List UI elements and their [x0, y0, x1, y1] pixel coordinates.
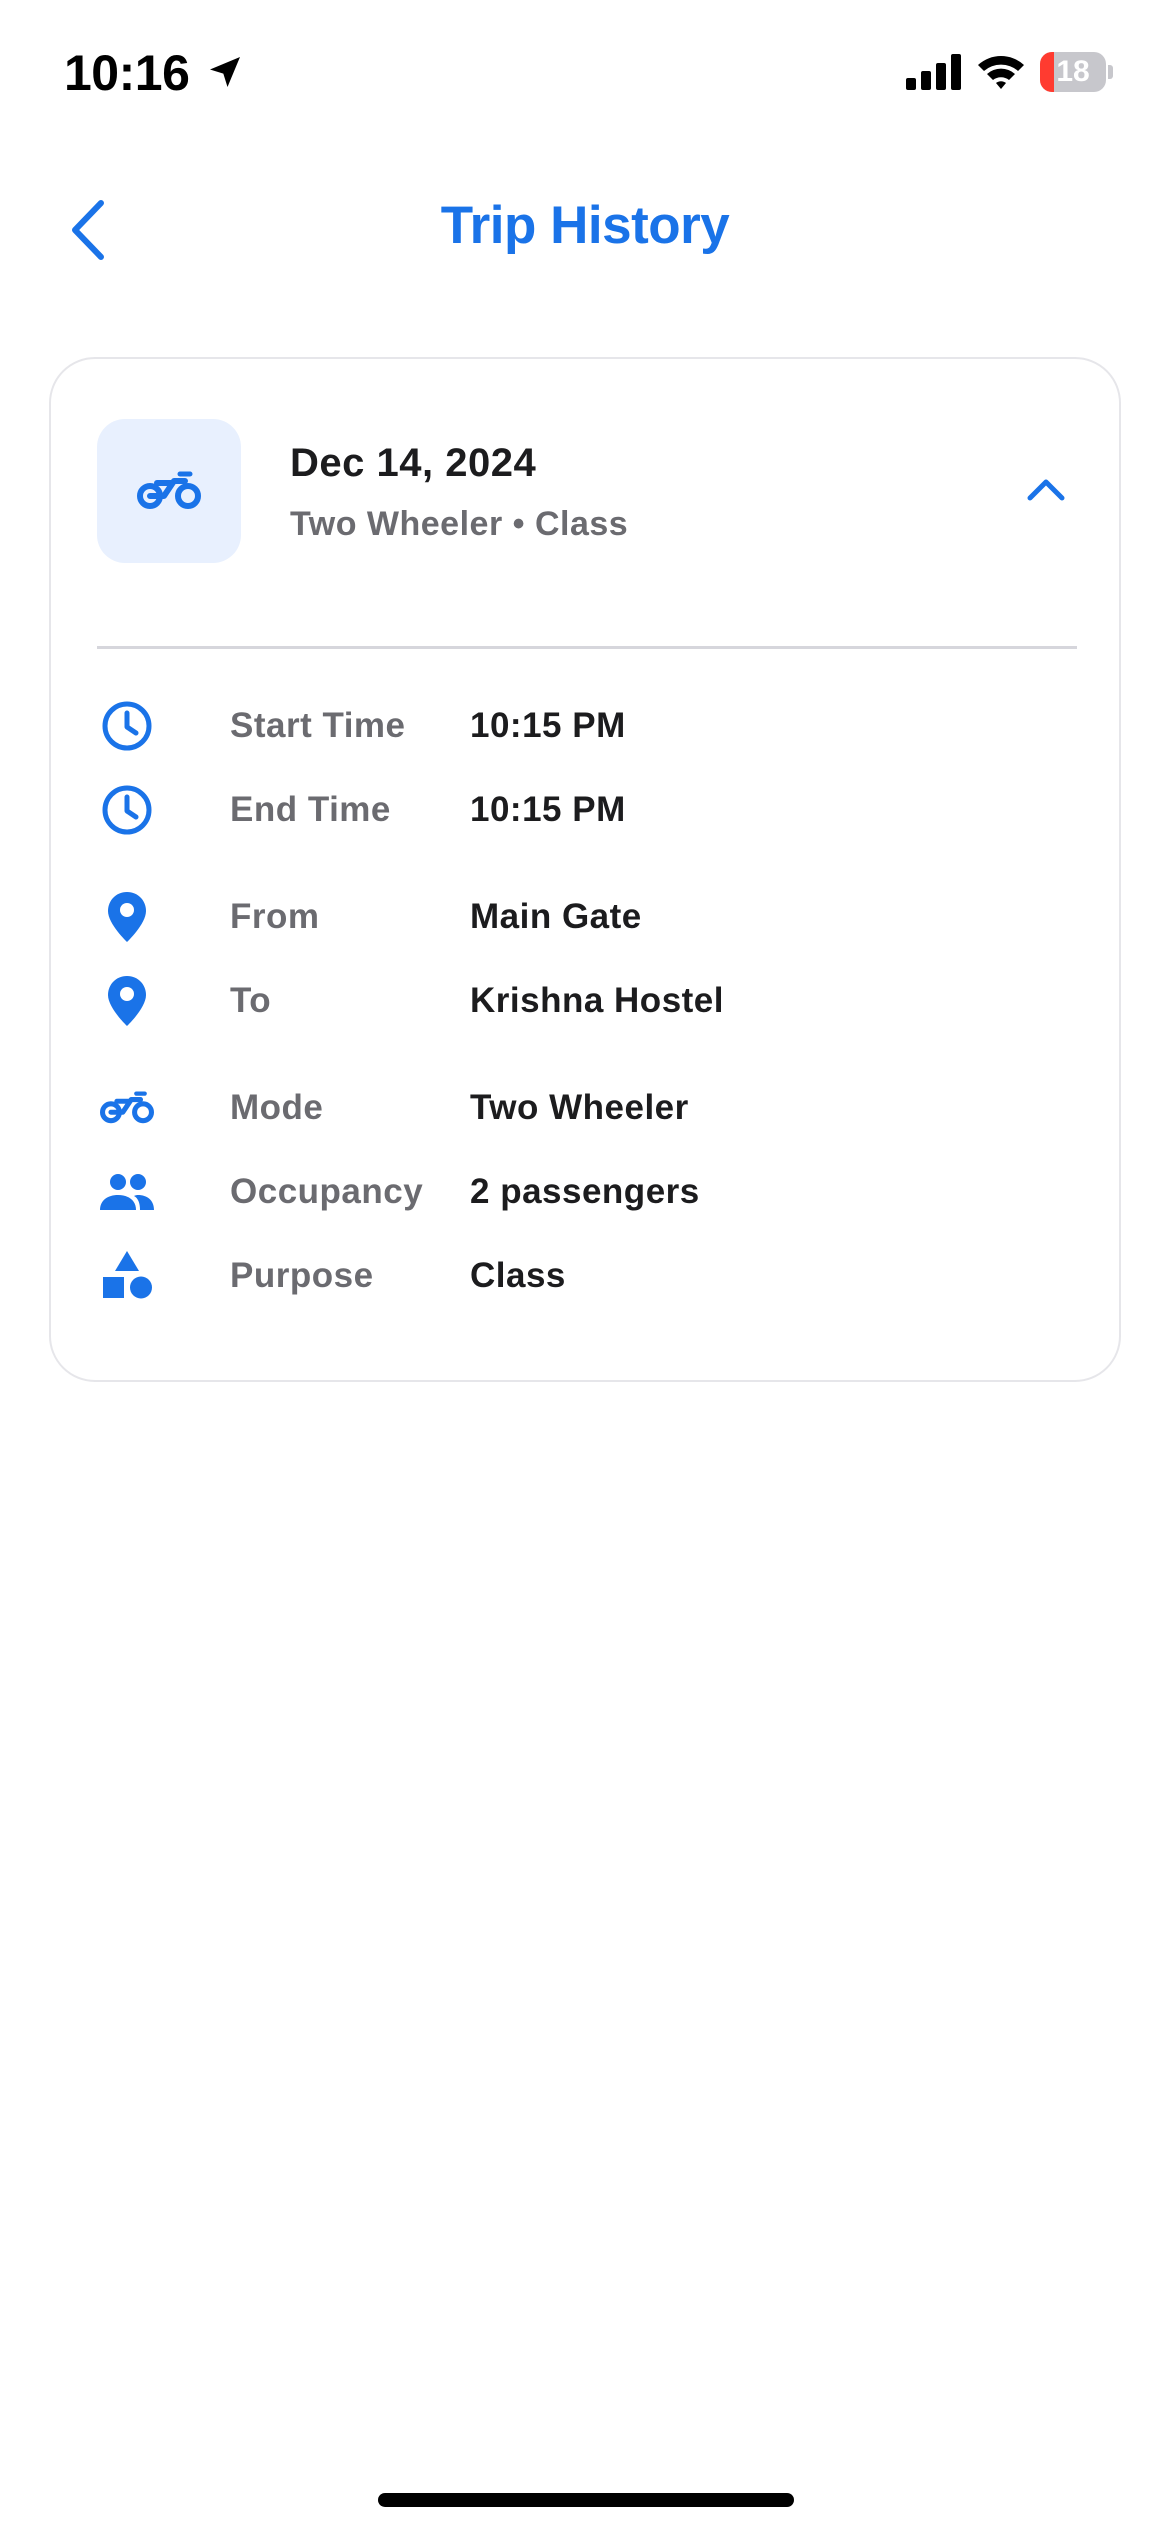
battery-icon: 18 [1040, 52, 1113, 92]
home-indicator[interactable] [378, 2493, 794, 2507]
detail-label: Occupancy [230, 1172, 424, 1211]
detail-row-start-time: Start Time 10:15 PM [97, 691, 1077, 761]
trip-date: Dec 14, 2024 [290, 441, 537, 485]
status-time: 10:16 [64, 45, 190, 101]
shapes-icon [97, 1241, 157, 1311]
detail-value: 10:15 PM [470, 790, 626, 829]
detail-row-mode: Mode Two Wheeler [97, 1073, 1077, 1143]
location-arrow-icon [205, 52, 245, 97]
detail-value: Main Gate [470, 897, 642, 936]
detail-value: 2 passengers [470, 1172, 700, 1211]
wifi-icon [976, 52, 1026, 95]
detail-value: 10:15 PM [470, 706, 626, 745]
motorcycle-icon [97, 1073, 157, 1143]
motorcycle-icon [137, 471, 201, 509]
detail-row-purpose: Purpose Class [97, 1241, 1077, 1311]
trip-card: Dec 14, 2024 Two Wheeler • Class Start T… [49, 357, 1121, 1382]
trip-card-header[interactable]: Dec 14, 2024 Two Wheeler • Class [51, 359, 1119, 649]
detail-row-to: To Krishna Hostel [97, 966, 1077, 1036]
location-pin-icon [97, 966, 157, 1036]
trip-subtitle: Two Wheeler • Class [290, 505, 629, 543]
detail-label: From [230, 897, 320, 936]
detail-label: End Time [230, 790, 391, 829]
detail-value: Krishna Hostel [470, 981, 724, 1020]
detail-row-end-time: End Time 10:15 PM [97, 775, 1077, 845]
chevron-up-icon [1027, 479, 1065, 501]
divider [97, 646, 1077, 649]
page-title: Trip History [440, 196, 730, 255]
detail-label: To [230, 981, 272, 1020]
detail-label: Purpose [230, 1256, 374, 1295]
detail-row-occupancy: Occupancy 2 passengers [97, 1157, 1077, 1227]
clock-icon [97, 691, 157, 761]
detail-label: Mode [230, 1088, 324, 1127]
cellular-signal-icon [906, 54, 962, 95]
detail-label: Start Time [230, 706, 406, 745]
trip-mode-tile [97, 419, 241, 563]
location-pin-icon [97, 882, 157, 952]
detail-value: Two Wheeler [470, 1088, 689, 1127]
detail-row-from: From Main Gate [97, 882, 1077, 952]
collapse-button[interactable] [1011, 459, 1081, 519]
detail-value: Class [470, 1256, 566, 1295]
people-icon [97, 1157, 157, 1227]
nav-bar: Trip History [0, 150, 1170, 310]
status-bar: 10:16 18 [0, 0, 1170, 150]
battery-level: 18 [1056, 55, 1090, 88]
clock-icon [97, 775, 157, 845]
